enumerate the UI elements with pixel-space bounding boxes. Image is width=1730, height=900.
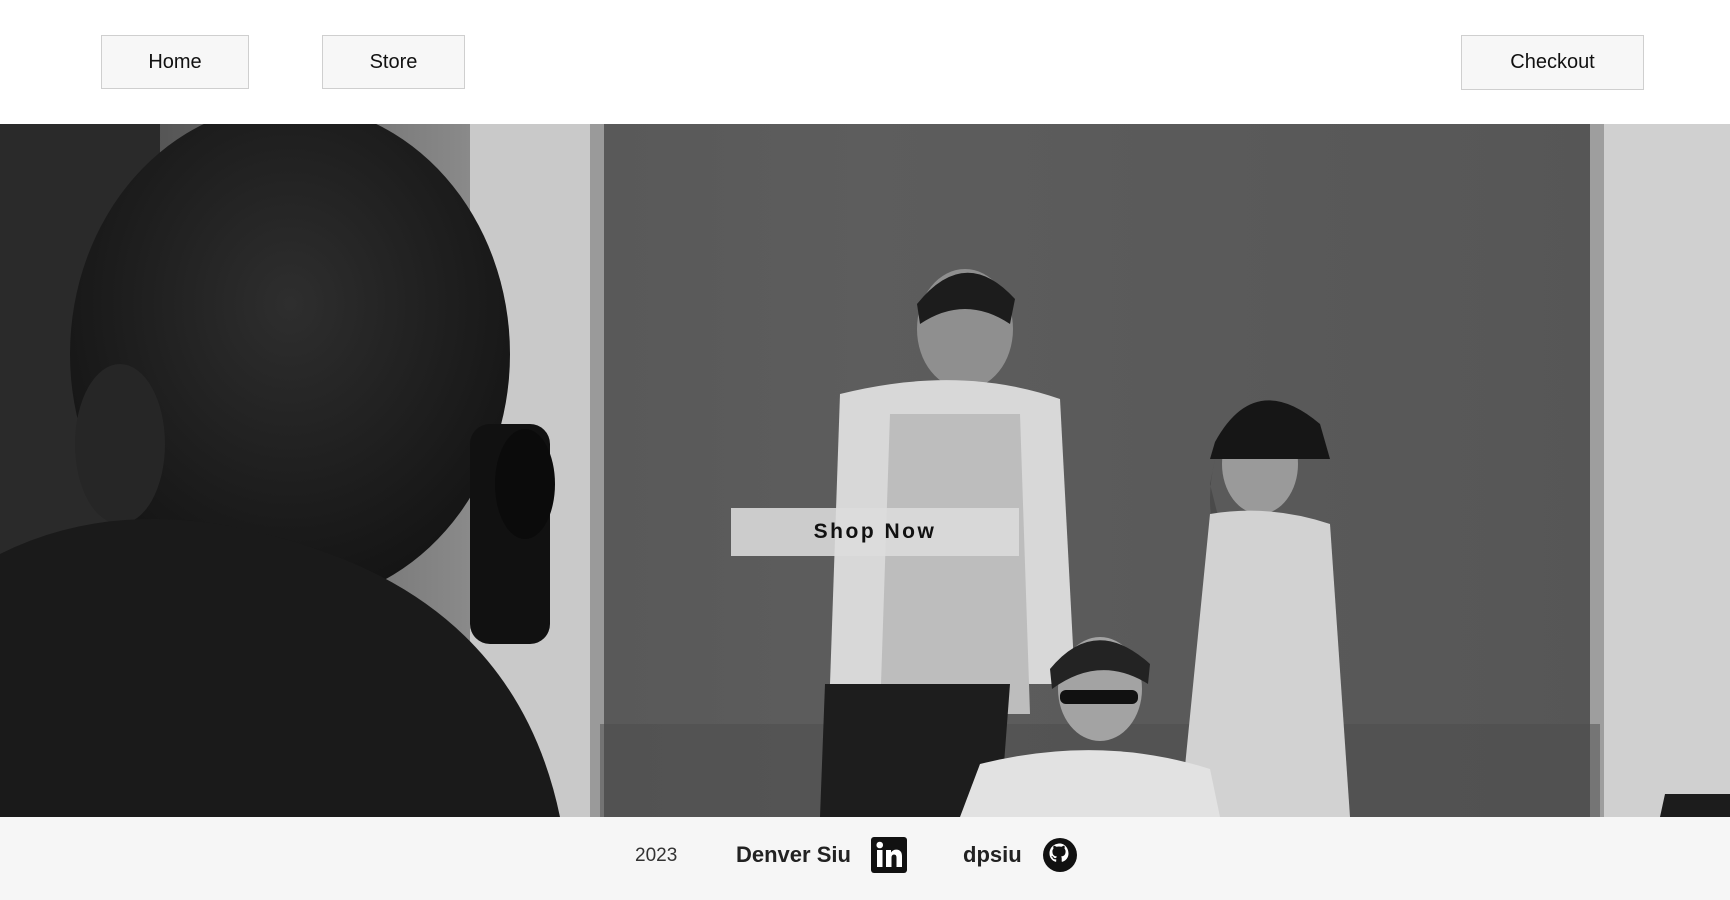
- author-name: Denver Siu: [736, 842, 851, 867]
- footer: 2023 Denver Siu dpsiu: [0, 817, 1730, 900]
- shop-now-button[interactable]: Shop Now: [731, 508, 1019, 556]
- linkedin-icon[interactable]: [871, 837, 907, 873]
- store-button[interactable]: Store: [322, 35, 465, 89]
- checkout-button[interactable]: Checkout: [1461, 35, 1644, 90]
- top-nav: Home Store Checkout: [0, 0, 1730, 124]
- hero-photo: [0, 124, 1730, 817]
- hero-banner: Shop Now: [0, 124, 1730, 817]
- github-handle: dpsiu: [963, 842, 1022, 867]
- page: Home Store Checkout Shop Now 2023 Denver…: [0, 0, 1730, 900]
- github-icon[interactable]: [1042, 837, 1078, 873]
- home-button[interactable]: Home: [101, 35, 249, 89]
- copyright-year: 2023: [635, 845, 678, 866]
